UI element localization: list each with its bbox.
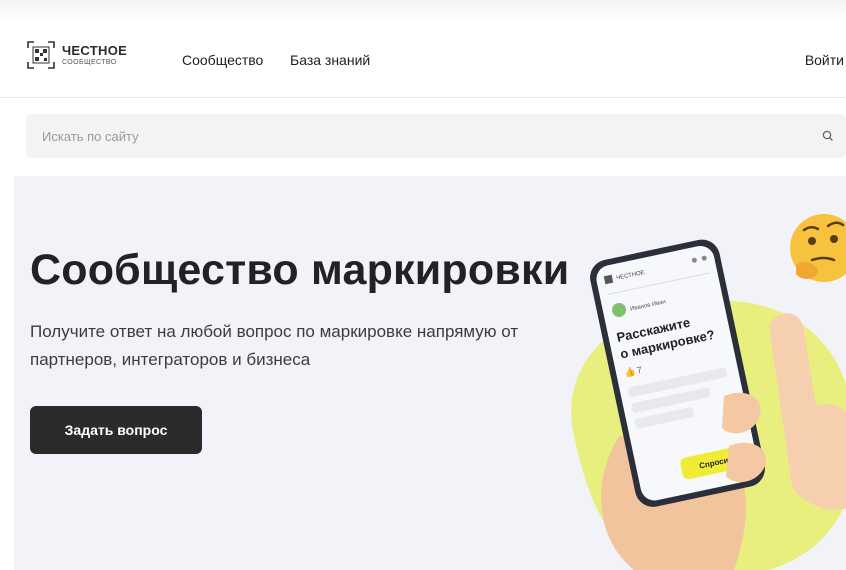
hero-banner: Сообщество маркировки Получите ответ на …: [14, 176, 846, 570]
ask-question-button[interactable]: Задать вопрос: [30, 406, 202, 454]
search-input[interactable]: [42, 114, 802, 158]
logo-title: ЧЕСТНОЕ: [62, 43, 128, 58]
hero-subtitle: Получите ответ на любой вопрос по маркир…: [30, 322, 519, 369]
hero-illustration: ЧЕСТНОЕ Иванов Иван Расскажите о маркиро…: [571, 214, 846, 570]
thinking-face-icon: [790, 214, 846, 282]
search-icon[interactable]: [820, 128, 836, 144]
login-link[interactable]: Войти: [805, 52, 844, 68]
top-edge: [0, 0, 846, 22]
hero-title: Сообщество маркировки: [30, 246, 570, 294]
site-logo[interactable]: ЧЕСТНОЕ СООБЩЕСТВО: [26, 40, 127, 70]
nav-community[interactable]: Сообщество: [182, 52, 263, 68]
search-bar: [26, 114, 846, 158]
site-header: ЧЕСТНОЕ СООБЩЕСТВО Сообщество База знани…: [0, 22, 846, 98]
qr-code-logo-icon: [27, 41, 55, 69]
header-divider: [0, 97, 846, 98]
nav-knowledge-base[interactable]: База знаний: [290, 52, 370, 68]
logo-subtitle: СООБЩЕСТВО: [62, 59, 117, 66]
